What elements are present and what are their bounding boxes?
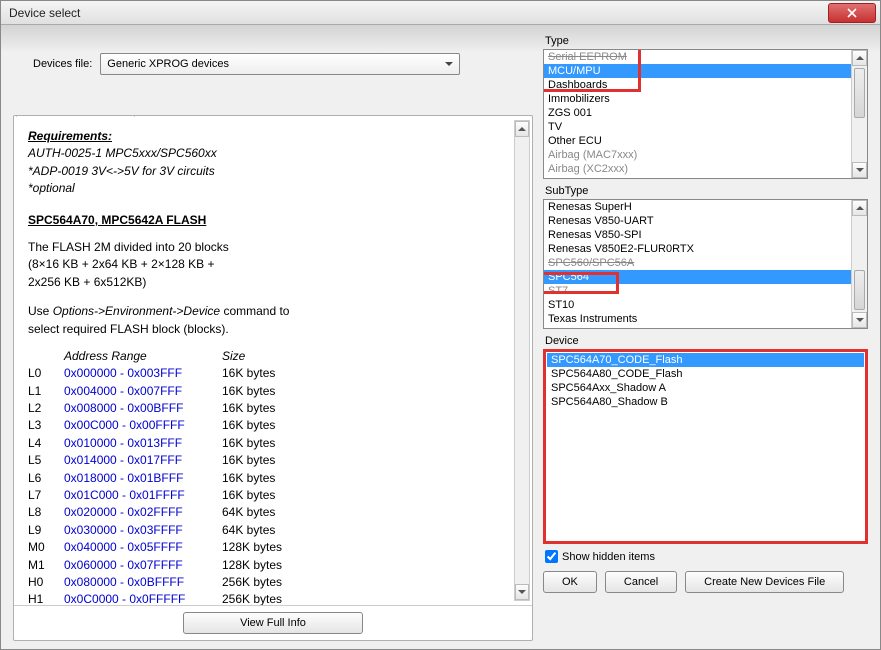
device-listbox[interactable]: SPC564A70_CODE_FlashSPC564A80_CODE_Flash…: [543, 349, 868, 544]
list-item[interactable]: Immobilizers: [544, 92, 867, 106]
requirement-line: *optional: [28, 180, 518, 197]
block-row: L70x01C000 - 0x01FFFF16K bytes: [28, 487, 518, 504]
list-item[interactable]: Renesas V850-SPI: [544, 228, 867, 242]
type-label: Type: [545, 35, 868, 47]
list-item[interactable]: ST7: [544, 284, 867, 298]
subtype-listbox[interactable]: Renesas SuperHRenesas V850-UARTRenesas V…: [543, 199, 868, 329]
requirement-line: *ADP-0019 3V<->5V for 3V circuits: [28, 163, 518, 180]
info-footer: View Full Info: [14, 605, 532, 640]
list-item[interactable]: Other ECU: [544, 134, 867, 148]
devices-file-value: Generic XPROG devices: [107, 58, 229, 70]
device-info-scroll: Requirements: AUTH-0025-1 MPC5xxx/SPC560…: [14, 116, 532, 605]
block-row: L50x014000 - 0x017FFF16K bytes: [28, 452, 518, 469]
list-item[interactable]: SPC564: [544, 270, 867, 284]
devices-file-label: Devices file:: [33, 58, 92, 70]
device-info-content: Requirements: AUTH-0025-1 MPC5xxx/SPC560…: [28, 128, 518, 605]
requirements-heading: Requirements:: [28, 128, 518, 145]
view-full-info-button[interactable]: View Full Info: [183, 612, 363, 634]
list-item[interactable]: Renesas V850E2-FLUR0RTX: [544, 242, 867, 256]
list-item[interactable]: Renesas SuperH: [544, 200, 867, 214]
right-column: Type Serial EEPROMMCU/MPUDashboardsImmob…: [543, 35, 868, 641]
block-row: L10x004000 - 0x007FFF16K bytes: [28, 383, 518, 400]
list-item[interactable]: Renesas V850-UART: [544, 214, 867, 228]
list-item[interactable]: ST10: [544, 298, 867, 312]
list-item[interactable]: SPC564A80_Shadow B: [547, 395, 864, 409]
block-row: M00x040000 - 0x05FFFF128K bytes: [28, 539, 518, 556]
scroll-down-icon[interactable]: [852, 312, 867, 328]
scroll-down-icon[interactable]: [852, 162, 867, 178]
flash-desc: The FLASH 2M divided into 20 blocks: [28, 239, 518, 256]
devices-file-dropdown[interactable]: Generic XPROG devices: [100, 53, 460, 75]
show-hidden-checkbox[interactable]: [545, 550, 558, 563]
subtype-label: SubType: [545, 185, 868, 197]
list-item[interactable]: SPC564A80_CODE_Flash: [547, 367, 864, 381]
block-row: H10x0C0000 - 0x0FFFFF256K bytes: [28, 591, 518, 605]
dialog-button-row: OK Cancel Create New Devices File: [543, 571, 868, 593]
ok-button[interactable]: OK: [543, 571, 597, 593]
scroll-up-icon[interactable]: [852, 200, 867, 216]
type-scrollbar[interactable]: [851, 50, 867, 178]
list-item[interactable]: ZGS 001: [544, 106, 867, 120]
block-row: H00x080000 - 0x0BFFFF256K bytes: [28, 574, 518, 591]
block-row: L30x00C000 - 0x00FFFF16K bytes: [28, 417, 518, 434]
list-item[interactable]: Airbag (MAC7xxx): [544, 148, 867, 162]
scroll-down-icon[interactable]: [515, 584, 529, 600]
close-icon: [847, 8, 857, 18]
list-item[interactable]: SPC564A70_CODE_Flash: [547, 353, 864, 367]
block-row: L40x010000 - 0x013FFF16K bytes: [28, 435, 518, 452]
show-hidden-row: Show hidden items: [545, 550, 868, 563]
block-row: L20x008000 - 0x00BFFF16K bytes: [28, 400, 518, 417]
cancel-button[interactable]: Cancel: [605, 571, 677, 593]
block-row: L00x000000 - 0x003FFF16K bytes: [28, 365, 518, 382]
list-item[interactable]: Dashboards: [544, 78, 867, 92]
requirement-line: AUTH-0025-1 MPC5xxx/SPC560xx: [28, 145, 518, 162]
device-select-window: Device select Devices file: Generic XPRO…: [0, 0, 881, 650]
scroll-up-icon[interactable]: [852, 50, 867, 66]
list-item[interactable]: SPC560/SPC56A: [544, 256, 867, 270]
device-label: Device: [545, 335, 868, 347]
block-row: M10x060000 - 0x07FFFF128K bytes: [28, 557, 518, 574]
titlebar: Device select: [1, 1, 880, 25]
list-item[interactable]: MCU/MPU: [544, 64, 867, 78]
window-title: Device select: [5, 6, 828, 20]
devices-file-row: Devices file: Generic XPROG devices: [33, 53, 533, 75]
block-row: L80x020000 - 0x02FFFF64K bytes: [28, 504, 518, 521]
dialog-body: Devices file: Generic XPROG devices Gene…: [1, 25, 880, 649]
use-command-line: Use Options->Environment->Device command…: [28, 303, 518, 320]
list-item[interactable]: SPC564Axx_Shadow A: [547, 381, 864, 395]
flash-desc: 2x256 KB + 6x512KB): [28, 274, 518, 291]
list-item[interactable]: Serial EEPROM: [544, 50, 867, 64]
flash-section-title: SPC564A70, MPC5642A FLASH: [28, 212, 518, 229]
block-row: L90x030000 - 0x03FFFF64K bytes: [28, 522, 518, 539]
device-info-frame: Generic Device Info Requirements: AUTH-0…: [13, 115, 533, 641]
list-item[interactable]: Airbag (XC2xxx): [544, 162, 867, 176]
subtype-scrollbar[interactable]: [851, 200, 867, 328]
block-row: L60x018000 - 0x01BFFF16K bytes: [28, 470, 518, 487]
show-hidden-label: Show hidden items: [562, 551, 655, 563]
info-scrollbar[interactable]: [514, 120, 530, 601]
list-item[interactable]: Texas Instruments: [544, 312, 867, 326]
block-table: Address Range Size L00x000000 - 0x003FFF…: [28, 348, 518, 605]
create-new-devices-file-button[interactable]: Create New Devices File: [685, 571, 844, 593]
left-column: Devices file: Generic XPROG devices Gene…: [13, 35, 533, 641]
type-listbox[interactable]: Serial EEPROMMCU/MPUDashboardsImmobilize…: [543, 49, 868, 179]
list-item[interactable]: TV: [544, 120, 867, 134]
use-command-line2: select required FLASH block (blocks).: [28, 321, 518, 338]
flash-desc: (8×16 KB + 2x64 KB + 2×128 KB +: [28, 256, 518, 273]
block-table-header: Address Range Size: [28, 348, 518, 365]
close-button[interactable]: [828, 3, 876, 23]
scroll-up-icon[interactable]: [515, 121, 529, 137]
